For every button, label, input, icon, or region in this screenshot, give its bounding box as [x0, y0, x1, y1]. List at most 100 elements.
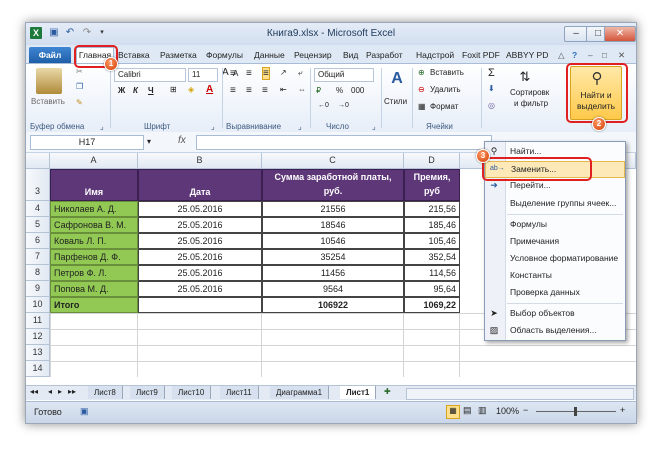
row-header[interactable]: 12	[26, 329, 50, 345]
cell-name[interactable]: Сафронова В. М.	[50, 217, 138, 233]
menu-item-conditional-formatting[interactable]: Условное форматирование	[485, 251, 625, 266]
percent-button[interactable]: %	[336, 86, 343, 95]
cell-date[interactable]: 25.05.2016	[138, 249, 262, 265]
tab-insert[interactable]: Вставка	[118, 48, 150, 62]
menu-item-goto-special[interactable]: Выделение группы ячеек...	[485, 196, 625, 211]
tab-formulas[interactable]: Формулы	[206, 48, 243, 62]
tab-layout[interactable]: Разметка	[160, 48, 197, 62]
zoom-out-button[interactable]: −	[523, 405, 528, 415]
sort-filter-icon[interactable]: ⇅	[516, 68, 534, 86]
first-sheet-icon[interactable]: ◂◂	[30, 387, 38, 396]
fill-color-icon[interactable]: ◈	[188, 85, 194, 94]
cell-date[interactable]: 25.05.2016	[138, 233, 262, 249]
zoom-level[interactable]: 100%	[496, 406, 519, 416]
menu-item-comments[interactable]: Примечания	[485, 234, 625, 249]
cell-salary[interactable]: 21556	[262, 201, 404, 217]
header-salary[interactable]: Сумма заработной платы, руб.	[262, 169, 404, 201]
next-sheet-icon[interactable]: ▸	[58, 387, 62, 396]
font-name-select[interactable]: Calibri	[114, 68, 186, 82]
indent-icon[interactable]: ⇤	[280, 85, 287, 94]
column-header-b[interactable]: B	[138, 153, 262, 169]
page-break-icon[interactable]: ▥	[478, 405, 487, 416]
row-header[interactable]: 10	[26, 297, 50, 313]
column-header-a[interactable]: A	[50, 153, 138, 169]
header-bonus[interactable]: Премия, руб	[404, 169, 460, 201]
cell-bonus[interactable]: 105,46	[404, 233, 460, 249]
borders-icon[interactable]: ⊞	[170, 85, 177, 94]
paste-button-label[interactable]: Вставить	[31, 97, 65, 106]
tab-addins[interactable]: Надстрой	[416, 48, 454, 62]
minimize-ribbon-icon[interactable]: △	[558, 48, 565, 62]
cell-salary[interactable]: 35254	[262, 249, 404, 265]
help-icon[interactable]: ?	[572, 48, 577, 62]
cell-bonus[interactable]: 114,56	[404, 265, 460, 281]
merge-center-icon[interactable]: ⇔	[298, 85, 306, 94]
menu-item-selection-pane[interactable]: ▨ Область выделения...	[485, 323, 625, 338]
sort-filter-line2[interactable]: и фильтр	[514, 99, 548, 108]
row-header[interactable]: 9	[26, 281, 50, 297]
currency-icon[interactable]: ₽	[316, 86, 321, 95]
align-bottom-icon[interactable]: ≡	[262, 67, 270, 80]
page-layout-icon[interactable]: ▤	[463, 405, 472, 416]
cell-total-label[interactable]: Итого	[50, 297, 138, 313]
insert-function-button[interactable]: fx	[178, 135, 186, 146]
cell-name[interactable]: Попова М. Д.	[50, 281, 138, 297]
row-header[interactable]: 3	[26, 169, 50, 201]
insert-cells-icon[interactable]: ⊕	[418, 68, 425, 77]
align-top-icon[interactable]: ≡	[230, 68, 236, 79]
insert-sheet-icon[interactable]: ✚	[384, 387, 391, 396]
cell-date[interactable]: 25.05.2016	[138, 201, 262, 217]
format-cells-icon[interactable]: ▦	[418, 102, 426, 111]
tab-abbyy[interactable]: ABBYY PD	[506, 48, 548, 62]
wrap-text-icon[interactable]: ⤶	[298, 68, 302, 78]
row-header[interactable]: 11	[26, 313, 50, 329]
sheet-tab[interactable]: Лист11	[220, 386, 259, 399]
font-launcher-icon[interactable]: ⌟	[211, 122, 215, 131]
align-right-icon[interactable]: ≡	[262, 85, 268, 96]
tab-review[interactable]: Рецензир	[294, 48, 332, 62]
increase-decimal-icon[interactable]: ←0	[318, 102, 329, 109]
sheet-tab[interactable]: Лист10	[172, 386, 212, 399]
thousands-button[interactable]: 000	[351, 86, 364, 95]
sheet-tab-active[interactable]: Лист1	[340, 386, 377, 399]
zoom-slider-thumb[interactable]	[574, 407, 577, 416]
normal-view-icon[interactable]: ▦	[446, 405, 460, 419]
number-format-select[interactable]: Общий	[314, 68, 374, 82]
cell-total-bonus[interactable]: 1069,22	[404, 297, 460, 313]
italic-button[interactable]: К	[133, 86, 138, 95]
styles-icon[interactable]: A	[388, 70, 406, 88]
alignment-launcher-icon[interactable]: ⌟	[298, 122, 302, 131]
cell-name[interactable]: Петров Ф. Л.	[50, 265, 138, 281]
cell-bonus[interactable]: 95,64	[404, 281, 460, 297]
header-name[interactable]: Имя	[50, 169, 138, 201]
row-header[interactable]: 6	[26, 233, 50, 249]
row-header[interactable]: 14	[26, 361, 50, 377]
menu-item-formulas[interactable]: Формулы	[485, 217, 625, 232]
zoom-in-button[interactable]: +	[620, 405, 625, 415]
cell-date[interactable]: 25.05.2016	[138, 265, 262, 281]
macro-record-icon[interactable]: ▣	[80, 406, 89, 417]
cell-date[interactable]: 25.05.2016	[138, 217, 262, 233]
cell-name[interactable]: Парфенов Д. Ф.	[50, 249, 138, 265]
font-size-select[interactable]: 11	[188, 68, 218, 82]
grow-font-icon[interactable]: A	[222, 67, 229, 78]
name-box-dropdown-icon[interactable]: ▾	[147, 137, 151, 146]
copy-icon[interactable]: ❐	[76, 82, 83, 91]
last-sheet-icon[interactable]: ▸▸	[68, 387, 76, 396]
cell-date[interactable]: 25.05.2016	[138, 281, 262, 297]
bold-button[interactable]: Ж	[118, 86, 125, 95]
styles-button-label[interactable]: Стили	[384, 97, 407, 106]
tab-foxit[interactable]: Foxit PDF	[462, 48, 500, 62]
tab-developer[interactable]: Разработ	[366, 48, 403, 62]
column-header-c[interactable]: C	[262, 153, 404, 169]
cell-salary[interactable]: 18546	[262, 217, 404, 233]
clear-icon[interactable]: ◎	[488, 101, 495, 110]
row-header[interactable]: 7	[26, 249, 50, 265]
fill-icon[interactable]: ⬇	[488, 84, 495, 93]
delete-cells-icon[interactable]: ⊖	[418, 85, 425, 94]
clipboard-launcher-icon[interactable]: ⌟	[100, 122, 104, 131]
formula-input[interactable]	[196, 135, 492, 150]
tab-file[interactable]: Файл	[29, 47, 71, 63]
sheet-tab[interactable]: Диаграмма1	[270, 386, 330, 399]
doc-minimize-icon[interactable]: –	[588, 48, 593, 62]
